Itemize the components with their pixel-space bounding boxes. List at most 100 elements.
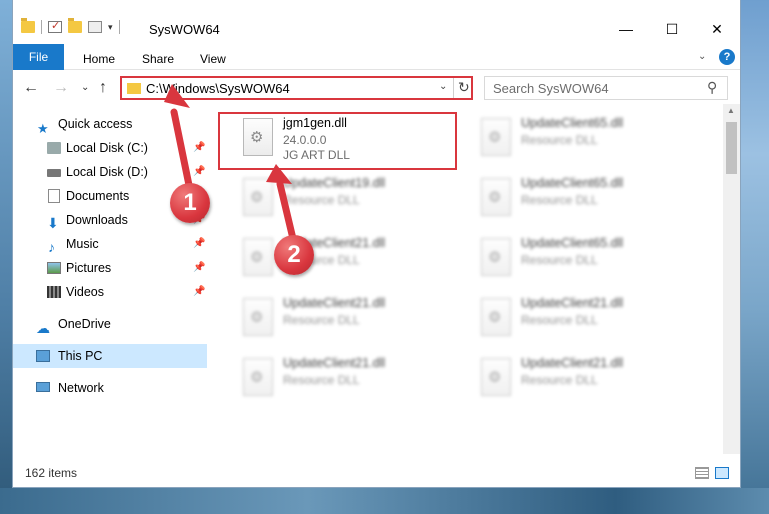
customize-icon[interactable]: [88, 21, 102, 33]
search-icon[interactable]: ⚲: [707, 79, 717, 96]
file-tile[interactable]: UpdateClient21.dll Resource DLL: [475, 292, 695, 346]
music-icon: ♪: [48, 239, 55, 255]
file-name: UpdateClient65.dll: [521, 116, 624, 130]
drive-icon: [47, 169, 61, 177]
address-dropdown-icon[interactable]: ⌄: [439, 81, 447, 92]
file-name: UpdateClient21.dll: [283, 356, 386, 370]
sidebar-item-pictures[interactable]: Pictures 📌: [13, 256, 207, 280]
folder-icon: [21, 18, 35, 33]
file-tile[interactable]: UpdateClient19.dll Resource DLL: [237, 172, 457, 226]
title-bar: ▾ SysWOW64 — ☐ ✕: [13, 0, 740, 44]
file-tile[interactable]: UpdateClient21.dll Resource DLL: [475, 352, 695, 406]
file-name: UpdateClient65.dll: [521, 176, 624, 190]
sidebar-item-label: Local Disk (D:): [66, 165, 148, 179]
sidebar-item-label: Documents: [66, 189, 130, 203]
file-tile[interactable]: UpdateClient21.dll Resource DLL: [237, 232, 457, 286]
file-description: Resource DLL: [521, 193, 598, 207]
toolbar-divider: [118, 20, 120, 34]
quick-access-toolbar: ▾: [21, 18, 120, 34]
sidebar-item-local-disk-c[interactable]: Local Disk (C:) 📌: [13, 136, 207, 160]
computer-icon: [36, 350, 50, 362]
dll-file-icon: [243, 298, 273, 336]
sidebar-item-music[interactable]: ♪ Music 📌: [13, 232, 207, 256]
sidebar-item-label: This PC: [58, 349, 103, 363]
maximize-button[interactable]: ☐: [649, 18, 695, 40]
pictures-icon: [47, 262, 61, 274]
file-description: Resource DLL: [521, 373, 598, 387]
sidebar-item-label: Local Disk (C:): [66, 141, 148, 155]
minimize-button[interactable]: —: [603, 18, 649, 40]
file-description: Resource DLL: [283, 313, 360, 327]
details-view-icon[interactable]: [695, 467, 709, 479]
pin-icon[interactable]: 📌: [193, 256, 205, 280]
file-explorer-window: ▾ SysWOW64 — ☐ ✕ File Home Share View ⌄ …: [12, 0, 741, 488]
navigation-bar: ← → ⌄ ↑ C:\Windows\SysWOW64 ⌄ ↻ Search S…: [13, 70, 740, 104]
dll-file-icon: [481, 358, 511, 396]
tab-view[interactable]: View: [200, 48, 226, 70]
file-tile[interactable]: UpdateClient65.dll Resource DLL: [475, 172, 695, 226]
sidebar-item-label: Music: [66, 237, 99, 251]
desktop-background-left: [0, 0, 12, 514]
documents-icon: [48, 189, 60, 203]
dll-file-icon: [481, 298, 511, 336]
pin-icon[interactable]: 📌: [193, 280, 205, 304]
tiles-view-icon[interactable]: [715, 467, 729, 479]
file-name: UpdateClient19.dll: [283, 176, 386, 190]
dll-file-icon: [481, 178, 511, 216]
sidebar-item-quick-access[interactable]: ★ Quick access: [13, 112, 207, 136]
tab-file[interactable]: File: [13, 44, 64, 70]
callout-badge-1: 1: [170, 183, 210, 223]
file-description: Resource DLL: [521, 133, 598, 147]
back-arrow-icon[interactable]: ←: [23, 79, 39, 97]
file-tile[interactable]: UpdateClient21.dll Resource DLL: [237, 352, 457, 406]
sidebar-item-local-disk-d[interactable]: Local Disk (D:) 📌: [13, 160, 207, 184]
pin-icon[interactable]: 📌: [193, 232, 205, 256]
refresh-icon[interactable]: ↻: [458, 79, 470, 96]
file-tile[interactable]: UpdateClient21.dll Resource DLL: [237, 292, 457, 346]
expand-ribbon-icon[interactable]: ⌄: [698, 51, 706, 62]
window-title: SysWOW64: [149, 22, 220, 37]
file-tile[interactable]: UpdateClient65.dll Resource DLL: [475, 232, 695, 286]
up-arrow-icon[interactable]: ↑: [99, 79, 107, 97]
ribbon-tabs: File Home Share View ⌄ ?: [13, 44, 740, 70]
new-folder-icon[interactable]: [68, 18, 82, 33]
star-icon: ★: [37, 121, 49, 136]
scroll-up-icon[interactable]: ▲: [727, 106, 735, 115]
recent-locations-icon[interactable]: ⌄: [81, 82, 89, 93]
address-path[interactable]: C:\Windows\SysWOW64: [146, 81, 290, 96]
pin-icon[interactable]: 📌: [193, 136, 205, 160]
dll-file-icon: [243, 178, 273, 216]
file-description: Resource DLL: [521, 313, 598, 327]
file-description: Resource DLL: [283, 193, 360, 207]
callout-badge-2: 2: [274, 235, 314, 275]
properties-check-icon[interactable]: [48, 19, 62, 33]
sidebar-item-videos[interactable]: Videos 📌: [13, 280, 207, 304]
close-button[interactable]: ✕: [694, 18, 740, 40]
tab-home[interactable]: Home: [83, 48, 115, 70]
network-icon: [36, 382, 50, 392]
sidebar-item-label: Network: [58, 381, 104, 395]
sidebar-item-this-pc[interactable]: This PC: [13, 344, 207, 368]
vertical-scrollbar[interactable]: ▲: [723, 104, 740, 454]
search-placeholder[interactable]: Search SysWOW64: [493, 81, 609, 96]
sidebar-item-onedrive[interactable]: ☁ OneDrive: [13, 312, 207, 336]
file-description: Resource DLL: [283, 373, 360, 387]
sidebar-item-network[interactable]: Network: [13, 376, 207, 400]
forward-arrow-icon[interactable]: →: [53, 79, 69, 97]
help-icon[interactable]: ?: [719, 49, 735, 65]
navigation-pane: ★ Quick access Local Disk (C:) 📌 Local D…: [13, 104, 207, 454]
address-bar[interactable]: C:\Windows\SysWOW64 ⌄ ↻: [120, 76, 473, 100]
status-bar: 162 items: [13, 462, 740, 486]
file-name: UpdateClient21.dll: [283, 296, 386, 310]
sidebar-item-label: Pictures: [66, 261, 112, 275]
search-box[interactable]: Search SysWOW64 ⚲: [484, 76, 728, 100]
pin-icon[interactable]: 📌: [193, 160, 205, 184]
toolbar-divider: [41, 20, 42, 34]
file-tile[interactable]: UpdateClient65.dll Resource DLL: [475, 112, 695, 166]
scrollbar-thumb[interactable]: [726, 122, 737, 174]
sidebar-item-label: OneDrive: [58, 317, 111, 331]
toolbar-dropdown-icon[interactable]: ▾: [108, 22, 113, 33]
address-divider: [453, 78, 454, 98]
item-count: 162 items: [25, 466, 78, 480]
tab-share[interactable]: Share: [142, 48, 174, 70]
